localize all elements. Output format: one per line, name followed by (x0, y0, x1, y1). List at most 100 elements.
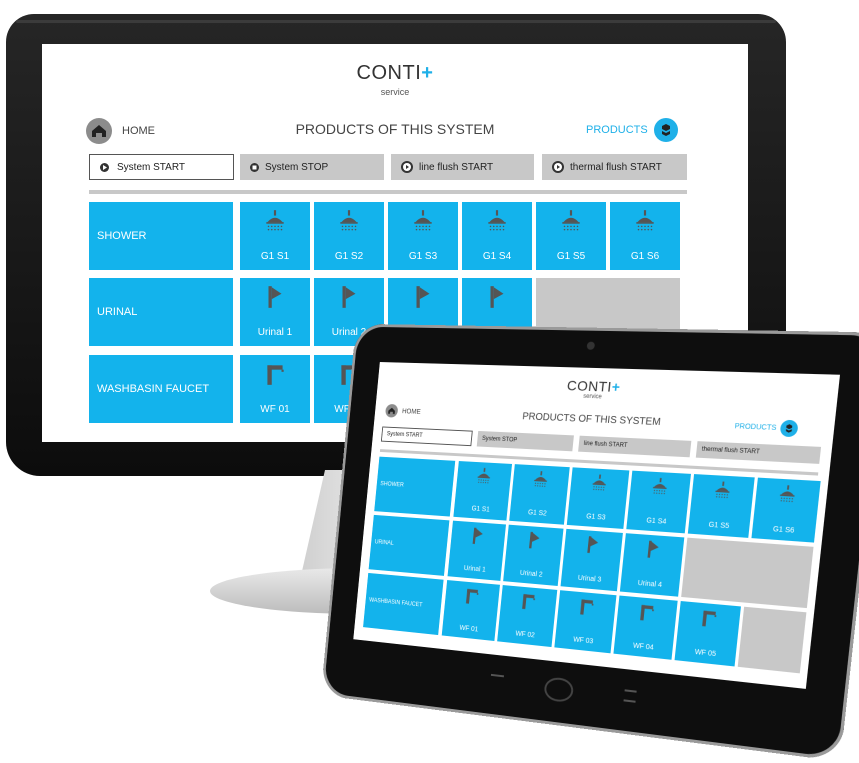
products-link[interactable]: PRODUCTS (586, 118, 678, 142)
tablet-category-shower: SHOWER (374, 456, 456, 517)
shower-tile-label: G1 S6 (772, 525, 795, 535)
system-start-button[interactable]: System START (89, 154, 234, 180)
tablet-home-button[interactable] (543, 676, 575, 704)
empty-slot (737, 606, 807, 674)
urinal-tile-label: Urinal 1 (257, 327, 293, 338)
faucet-tile-label: WF 03 (572, 636, 594, 646)
urinal-tile[interactable]: Urinal 4 (619, 533, 685, 597)
thermal-flush-start-label: thermal flush START (570, 161, 662, 173)
faucet-tile-label: WF 02 (515, 630, 536, 640)
shower-tile[interactable]: G1 S2 (314, 202, 384, 270)
shower-tile-label: G1 S3 (585, 513, 606, 522)
shower-icon (558, 208, 584, 239)
tablet-line-flush-start-label: line flush START (583, 440, 628, 450)
tablet-products-link[interactable]: PRODUCTS (734, 418, 799, 438)
system-stop-label: System STOP (265, 161, 329, 173)
urinal-tile-label: Urinal 3 (577, 574, 602, 584)
urinal-tile[interactable]: Urinal 1 (447, 520, 506, 581)
shower-tile[interactable]: G1 S5 (687, 474, 755, 538)
back-icon[interactable] (490, 673, 505, 684)
thermal-flush-start-button[interactable]: thermal flush START (542, 154, 687, 180)
urinal-icon (336, 284, 362, 315)
faucet-tile-label: WF 05 (694, 648, 717, 659)
shower-tile[interactable]: G1 S4 (626, 470, 691, 534)
tablet-system-stop-label: System STOP (481, 436, 518, 444)
tablet-body: CONTI+ service HOME PRODUCTS OF THIS SYS… (320, 323, 859, 762)
shower-icon (336, 208, 362, 239)
category-washbasin-faucet: WASHBASIN FAUCET (89, 355, 233, 423)
faucet-icon (575, 596, 597, 623)
logo-plus-icon: + (421, 62, 434, 84)
tablet-system-start-button[interactable]: System START (380, 426, 473, 447)
shower-tile-label: G1 S5 (708, 521, 730, 531)
shower-icon (410, 208, 436, 239)
shower-icon (473, 466, 494, 491)
urinal-icon (484, 284, 510, 315)
urinal-icon (582, 534, 604, 560)
urinal-tile[interactable]: Urinal 1 (240, 278, 310, 346)
shower-tile-label: G1 S5 (556, 251, 586, 262)
faucet-tile[interactable]: WF 04 (613, 595, 678, 660)
line-flush-start-button[interactable]: line flush START (391, 154, 534, 180)
tablet-line-flush-start-button[interactable]: line flush START (578, 435, 692, 458)
faucet-icon (262, 361, 288, 392)
tablet-screen: CONTI+ service HOME PRODUCTS OF THIS SYS… (353, 362, 841, 689)
shower-tile[interactable]: G1 S3 (566, 467, 630, 529)
urinal-tile-label: Urinal 1 (463, 565, 487, 574)
faucet-tile[interactable]: WF 05 (674, 601, 741, 667)
tablet-device: CONTI+ service HOME PRODUCTS OF THIS SYS… (312, 323, 859, 762)
logo-text: CONTI (356, 62, 422, 84)
shower-icon (588, 472, 610, 498)
line-flush-icon (401, 161, 413, 173)
play-icon (100, 162, 109, 172)
faucet-tile[interactable]: WF 03 (554, 590, 617, 654)
system-stop-button[interactable]: System STOP (240, 154, 384, 180)
urinal-tile-label: Urinal 4 (637, 579, 663, 590)
shower-tile-label: G1 S4 (482, 251, 512, 262)
urinal-tile[interactable]: Urinal 3 (560, 528, 623, 592)
shower-tile-label: G1 S2 (334, 251, 364, 262)
faucet-icon (518, 591, 539, 617)
empty-slot (681, 537, 814, 609)
category-shower: SHOWER (89, 202, 233, 270)
shower-tile[interactable]: G1 S6 (610, 202, 680, 270)
menu-icon[interactable] (623, 689, 637, 703)
stop-icon (250, 162, 259, 172)
urinal-icon (524, 530, 545, 556)
logo-subtitle: service (380, 87, 410, 97)
category-urinal: URINAL (89, 278, 233, 346)
tablet-logo-text: CONTI (566, 377, 613, 395)
faucet-tile-label: WF 04 (632, 642, 654, 652)
tablet-category-urinal: URINAL (368, 514, 450, 576)
shower-icon (648, 476, 671, 503)
shower-tile[interactable]: G1 S5 (536, 202, 606, 270)
faucet-tile[interactable]: WF 02 (497, 585, 558, 648)
shower-icon (262, 208, 288, 239)
shower-tile[interactable]: G1 S1 (453, 461, 513, 521)
shower-tile[interactable]: G1 S2 (509, 464, 570, 525)
tablet-thermal-flush-start-label: thermal flush START (701, 446, 761, 456)
faucet-tile[interactable]: WF 01 (441, 580, 500, 642)
urinal-icon (262, 284, 288, 315)
urinal-tile[interactable]: Urinal 2 (503, 524, 564, 586)
shower-tile-label: G1 S3 (408, 251, 438, 262)
shower-tile[interactable]: G1 S6 (751, 477, 821, 543)
faucet-icon (462, 585, 483, 611)
tablet-system-stop-button[interactable]: System STOP (476, 430, 574, 452)
camera-icon (586, 341, 596, 350)
tablet-products-icon (779, 419, 799, 438)
shower-tile[interactable]: G1 S3 (388, 202, 458, 270)
shower-tile[interactable]: G1 S4 (462, 202, 532, 270)
logo: CONTI+ (42, 62, 748, 85)
tablet-thermal-flush-start-button[interactable]: thermal flush START (695, 441, 822, 464)
shower-icon (775, 483, 799, 511)
shower-tile[interactable]: G1 S1 (240, 202, 310, 270)
tablet-system-start-label: System START (386, 431, 423, 439)
shower-icon (484, 208, 510, 239)
tablet-products-label: PRODUCTS (734, 422, 777, 432)
shower-row: G1 S1 G1 S2 G1 S3 G1 S4 G1 S5 G1 S6 (240, 202, 680, 270)
faucet-tile[interactable]: WF 01 (240, 355, 310, 423)
shower-tile-label: G1 S6 (630, 251, 660, 262)
tablet-category-washbasin-faucet: WASHBASIN FAUCET (363, 572, 444, 636)
urinal-icon (410, 284, 436, 315)
